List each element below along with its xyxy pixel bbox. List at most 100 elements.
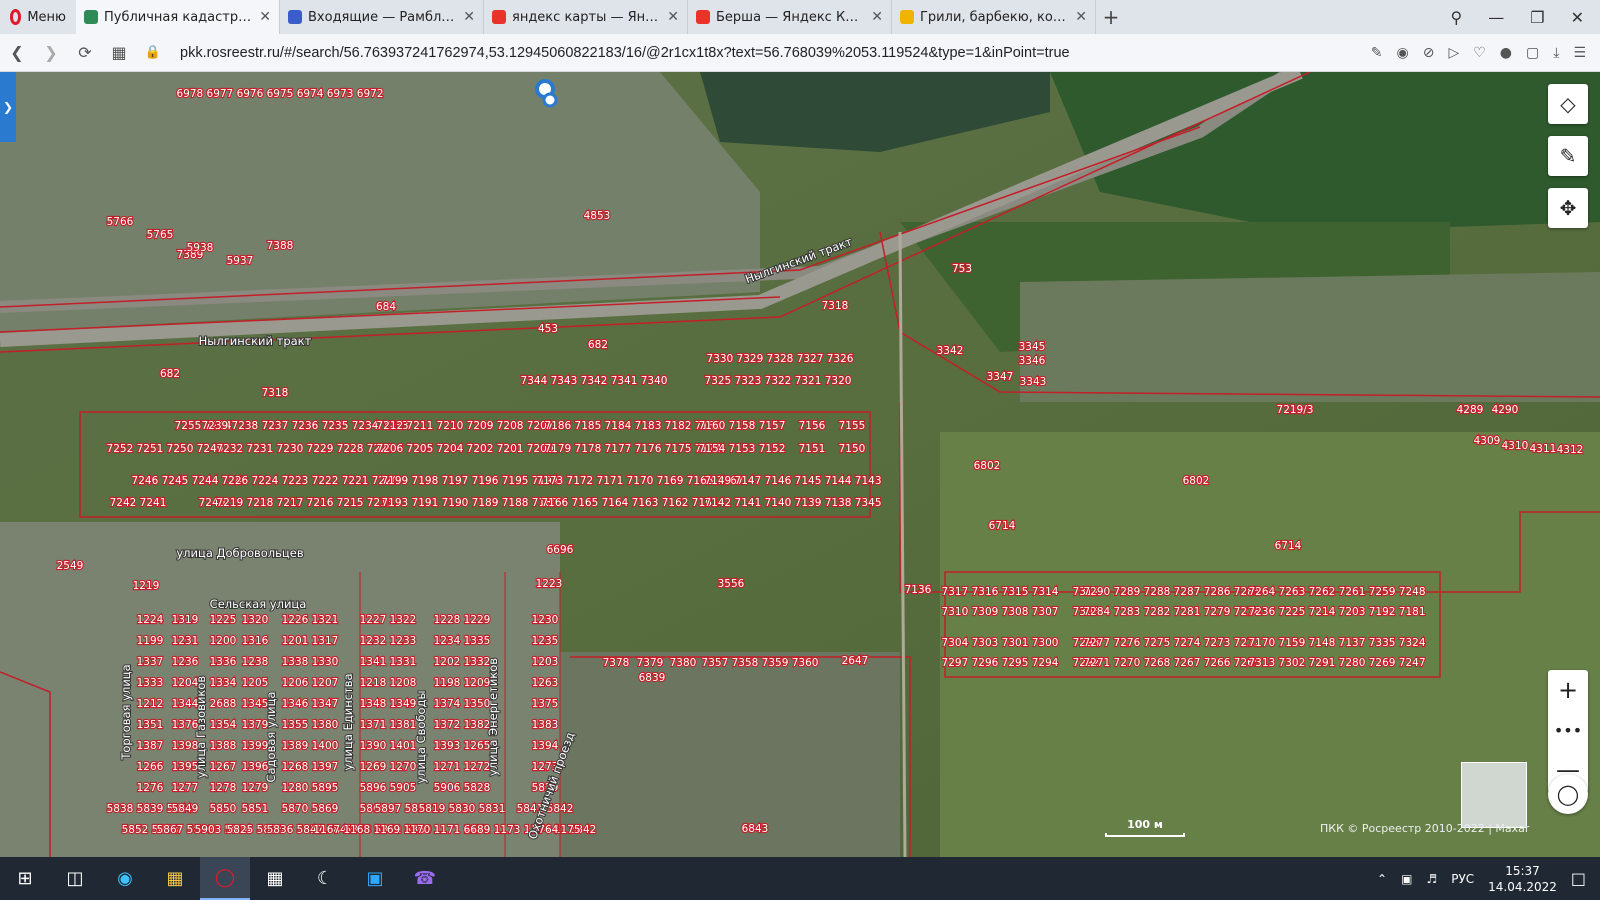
parcel-number-label[interactable]: 7160 7158 7157: [697, 419, 786, 433]
parcel-number-label[interactable]: 7310 7309 7308 7307: [940, 605, 1059, 619]
location-pin-icon[interactable]: [542, 92, 558, 108]
search-icon[interactable]: ⚲: [1451, 8, 1463, 27]
parcel-number-label[interactable]: 1202: [433, 655, 462, 669]
parcel-number-label[interactable]: 1335: [463, 634, 492, 648]
parcel-number-label[interactable]: 7232 7231 7230 7229 7228 7227: [215, 442, 394, 456]
parcel-number-label[interactable]: 1279: [241, 781, 270, 795]
parcel-number-label[interactable]: 7156: [798, 419, 827, 433]
compass-button[interactable]: ◯: [1548, 774, 1588, 814]
parcel-number-label[interactable]: 1270: [389, 760, 418, 774]
parcel-number-label[interactable]: 1267: [209, 760, 238, 774]
parcel-number-label[interactable]: 1199: [136, 634, 165, 648]
parcel-number-label[interactable]: 1355: [281, 718, 310, 732]
parcel-number-label[interactable]: 7317 7316 7315 7314: [940, 585, 1059, 599]
left-panel-toggle[interactable]: ❯: [0, 72, 16, 142]
parcel-number-label[interactable]: 1231: [171, 634, 200, 648]
parcel-number-label[interactable]: 1371: [359, 718, 388, 732]
network-icon[interactable]: ▣: [1401, 872, 1412, 886]
parcel-number-label[interactable]: 1226: [281, 613, 310, 627]
parcel-number-label[interactable]: 7297 7296 7295 7294: [940, 656, 1059, 670]
parcel-number-label[interactable]: 7242 7241: [109, 496, 168, 510]
zoom-more-button[interactable]: •••: [1548, 710, 1588, 750]
parcel-number-label[interactable]: 4290: [1491, 403, 1520, 417]
parcel-number-label[interactable]: 2688: [209, 697, 238, 711]
parcel-number-label[interactable]: 5870: [281, 802, 310, 816]
parcel-number-label[interactable]: 3347: [986, 370, 1015, 384]
parcel-number-label[interactable]: 1331: [389, 655, 418, 669]
parcel-number-label[interactable]: 3556: [717, 577, 746, 591]
parcel-number-label[interactable]: 4853: [583, 209, 612, 223]
box-icon[interactable]: ▢: [1526, 45, 1539, 61]
edit-icon[interactable]: ✎: [1371, 45, 1383, 61]
new-tab-button[interactable]: +: [1096, 0, 1126, 34]
parcel-number-label[interactable]: 3342: [936, 344, 965, 358]
parcel-number-label[interactable]: 7212 7211 7210 7209 7208 7207: [375, 419, 554, 433]
parcel-number-label[interactable]: 7290 7289 7288 7287 7286 7285: [1082, 585, 1261, 599]
parcel-number-label[interactable]: 7166 7165 7164 7163 7162 7161: [540, 496, 719, 510]
parcel-number-label[interactable]: 1208: [389, 676, 418, 690]
parcel-number-label[interactable]: 1320: [241, 613, 270, 627]
parcel-number-label[interactable]: 5896: [359, 781, 388, 795]
parcel-number-label[interactable]: 1218: [359, 676, 388, 690]
parcel-number-label[interactable]: 5938: [186, 241, 215, 255]
parcel-number-label[interactable]: 753: [951, 262, 973, 276]
parcel-number-label[interactable]: 1338: [281, 655, 310, 669]
layers-button[interactable]: ◇: [1548, 84, 1588, 124]
parcel-number-label[interactable]: 7379: [636, 656, 665, 670]
parcel-number-label[interactable]: 7142 7141 7140 7139 7138 7345: [703, 496, 882, 510]
parcel-number-label[interactable]: 1236: [171, 655, 200, 669]
parcel-number-label[interactable]: 1219: [132, 579, 161, 593]
parcel-number-label[interactable]: 7206 7205 7204 7202 7201 7200: [375, 442, 554, 456]
zoom-in-button[interactable]: +: [1548, 670, 1588, 710]
parcel-number-label[interactable]: 1334: [209, 676, 238, 690]
parcel-number-label[interactable]: 1229: [463, 613, 492, 627]
parcel-number-label[interactable]: 7318: [821, 299, 850, 313]
parcel-number-label[interactable]: 7151: [798, 442, 827, 456]
opera-taskbar-icon[interactable]: ◯: [200, 857, 250, 900]
parcel-number-label[interactable]: 1205: [241, 676, 270, 690]
parcel-number-label[interactable]: 1397: [311, 760, 340, 774]
file-explorer-icon[interactable]: ▦: [150, 857, 200, 900]
parcel-number-label[interactable]: 5850: [209, 802, 238, 816]
parcel-number-label[interactable]: 1390: [359, 739, 388, 753]
parcel-number-label[interactable]: 5828: [463, 781, 492, 795]
back-icon[interactable]: ❮: [0, 43, 34, 62]
parcel-number-label[interactable]: 1268: [281, 760, 310, 774]
parcel-number-label[interactable]: 1330: [311, 655, 340, 669]
browser-tab[interactable]: Берша — Яндекс Карты ✕: [688, 0, 892, 34]
parcel-number-label[interactable]: 7193 7191 7190 7189 7188 7187: [380, 496, 559, 510]
close-window-button[interactable]: ✕: [1571, 8, 1584, 27]
parcel-number-label[interactable]: 1225: [209, 613, 238, 627]
parcel-number-label[interactable]: 1316: [241, 634, 270, 648]
parcel-number-label[interactable]: 7226 7224 7223 7222 7221 7220: [220, 474, 399, 488]
parcel-number-label[interactable]: 2647: [841, 654, 870, 668]
parcel-number-label[interactable]: 7136: [904, 583, 933, 597]
parcel-number-label[interactable]: 5906: [433, 781, 462, 795]
parcel-number-label[interactable]: 1234: [433, 634, 462, 648]
ruler-button[interactable]: ✎: [1548, 136, 1588, 176]
parcel-number-label[interactable]: 7264 7263 7262 7261 7259 7248: [1247, 585, 1426, 599]
parcel-number-label[interactable]: 682: [587, 338, 609, 352]
volume-icon[interactable]: ♬: [1426, 872, 1437, 886]
parcel-number-label[interactable]: 1380: [311, 718, 340, 732]
edge-icon[interactable]: ◉: [100, 857, 150, 900]
parcel-number-label[interactable]: 1319: [171, 613, 200, 627]
parcel-number-label[interactable]: 6696: [546, 543, 575, 557]
parcel-number-label[interactable]: 1233: [389, 634, 418, 648]
parcel-number-label[interactable]: 7304 7303 7301 7300: [940, 636, 1059, 650]
parcel-number-label[interactable]: 1400: [311, 739, 340, 753]
parcel-number-label[interactable]: 2549: [56, 559, 85, 573]
parcel-number-label[interactable]: 1388: [209, 739, 238, 753]
tray-chevron-icon[interactable]: ⌃: [1377, 872, 1387, 886]
parcel-number-label[interactable]: 1203: [531, 655, 560, 669]
parcel-number-label[interactable]: 7219/3: [1275, 403, 1314, 417]
close-tab-icon[interactable]: ✕: [259, 9, 271, 25]
parcel-number-label[interactable]: 1198: [433, 676, 462, 690]
map-canvas[interactable]: 738873894853684453682682731873187330 732…: [0, 72, 1600, 857]
language-indicator[interactable]: РУС: [1451, 872, 1474, 886]
parcel-number-label[interactable]: 1374: [433, 697, 462, 711]
parcel-number-label[interactable]: 7325 7323 7322 7321 7320: [703, 374, 852, 388]
minimap[interactable]: [1461, 762, 1527, 828]
parcel-number-label[interactable]: 7186 7185 7184 7183 7182 7180: [543, 419, 722, 433]
parcel-number-label[interactable]: 7313 7302 7291 7280 7269 7247: [1247, 656, 1426, 670]
